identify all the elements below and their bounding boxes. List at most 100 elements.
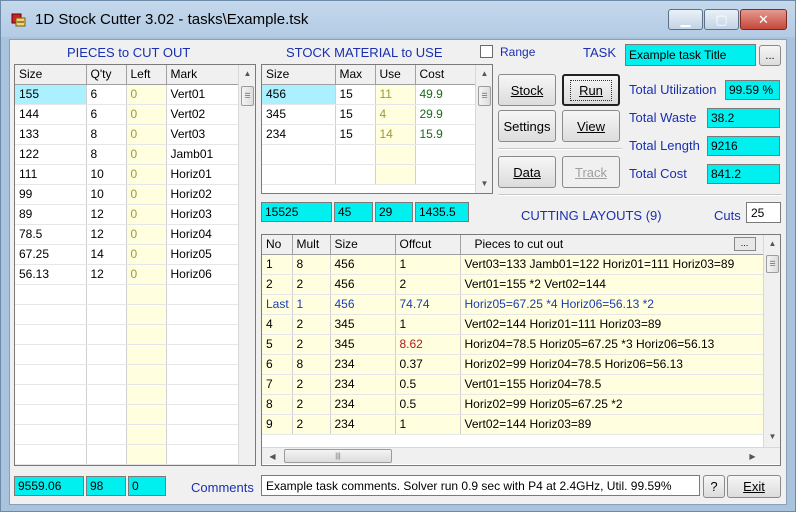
stock-cell-cost[interactable]: 49.9 [415, 84, 477, 105]
pieces-cell-mark[interactable]: Vert01 [166, 84, 240, 105]
task-browse-button[interactable]: ... [759, 45, 781, 66]
pieces-empty-row[interactable] [15, 304, 240, 325]
pieces-cell-left[interactable]: 0 [126, 144, 167, 165]
empty-cell[interactable] [126, 444, 167, 465]
layout-cell-size[interactable]: 234 [330, 374, 396, 395]
stock-button[interactable]: Stock [498, 74, 556, 106]
scroll-up-icon[interactable]: ▲ [239, 65, 255, 82]
layout-cell-mult[interactable]: 2 [292, 334, 331, 355]
layouts-header-button[interactable]: ... [733, 237, 756, 251]
layout-row[interactable]: 2 2 456 2 Vert01=155 *2 Vert02=144 [262, 274, 765, 295]
scroll-thumb[interactable]: ☰ [766, 255, 779, 273]
pieces-cell-qty[interactable]: 10 [86, 184, 127, 205]
layout-cell-mult[interactable]: 1 [292, 294, 331, 315]
layout-cell-no[interactable]: 2 [262, 274, 293, 295]
layout-cell-offcut[interactable]: 1 [395, 314, 461, 335]
empty-cell[interactable] [86, 324, 127, 345]
stock-empty-row[interactable] [262, 144, 477, 165]
data-button[interactable]: Data [498, 156, 556, 188]
layouts-col-mult[interactable]: Mult [292, 235, 331, 255]
layout-cell-size[interactable]: 345 [330, 314, 396, 335]
layout-cell-offcut[interactable]: 2 [395, 274, 461, 295]
layout-cell-no[interactable]: 1 [262, 254, 293, 275]
pieces-cell-left[interactable]: 0 [126, 244, 167, 265]
pieces-row[interactable]: 122 8 0 Jamb01 [15, 144, 240, 165]
layout-cell-size[interactable]: 456 [330, 254, 396, 275]
pieces-cell-mark[interactable]: Vert02 [166, 104, 240, 125]
empty-cell[interactable] [86, 304, 127, 325]
settings-button[interactable]: Settings [498, 110, 556, 142]
layout-cell-pieces[interactable]: Horiz02=99 Horiz04=78.5 Horiz06=56.13 [460, 354, 765, 375]
empty-cell[interactable] [15, 404, 87, 425]
task-title-field[interactable]: Example task Title [625, 44, 756, 66]
empty-cell[interactable] [15, 344, 87, 365]
stock-col-max[interactable]: Max [335, 65, 376, 85]
pieces-cell-left[interactable]: 0 [126, 224, 167, 245]
layout-cell-no[interactable]: Last [262, 294, 293, 315]
stock-row[interactable]: 234 15 14 15.9 [262, 124, 477, 145]
pieces-row[interactable]: 89 12 0 Horiz03 [15, 204, 240, 225]
pieces-scrollbar[interactable]: ▲ ☰ [238, 65, 255, 465]
pieces-cell-size[interactable]: 122 [15, 144, 87, 165]
run-button[interactable]: Run [562, 74, 620, 106]
empty-cell[interactable] [15, 324, 87, 345]
pieces-cell-size[interactable]: 78.5 [15, 224, 87, 245]
layouts-table[interactable]: No Mult Size Offcut Pieces to cut out ..… [261, 234, 781, 466]
empty-cell[interactable] [415, 164, 477, 185]
empty-cell[interactable] [166, 344, 240, 365]
pieces-cell-size[interactable]: 144 [15, 104, 87, 125]
layouts-col-pieces[interactable]: Pieces to cut out ... [460, 235, 765, 255]
empty-cell[interactable] [86, 444, 127, 465]
empty-cell[interactable] [126, 384, 167, 405]
empty-cell[interactable] [166, 384, 240, 405]
empty-cell[interactable] [86, 384, 127, 405]
layout-cell-size[interactable]: 234 [330, 394, 396, 415]
scroll-thumb[interactable]: ☰ [241, 86, 254, 106]
empty-cell[interactable] [15, 424, 87, 445]
stock-cell-cost[interactable]: 29.9 [415, 104, 477, 125]
empty-cell[interactable] [166, 424, 240, 445]
pieces-col-size[interactable]: Size [15, 65, 87, 85]
stock-cell-use[interactable]: 11 [375, 84, 416, 105]
layout-cell-no[interactable]: 4 [262, 314, 293, 335]
layouts-col-size[interactable]: Size [330, 235, 396, 255]
layouts-vscrollbar[interactable]: ▲ ☰ ▼ [763, 235, 780, 447]
empty-cell[interactable] [15, 364, 87, 385]
layout-row[interactable]: Last 1 456 74.74 Horiz05=67.25 *4 Horiz06=56… [262, 294, 765, 315]
layout-cell-no[interactable]: 6 [262, 354, 293, 375]
pieces-row[interactable]: 111 10 0 Horiz01 [15, 164, 240, 185]
scroll-down-icon[interactable]: ▼ [764, 428, 780, 445]
pieces-table[interactable]: Size Q'ty Left Mark 155 6 0 Vert01 144 6 0 Vert… [14, 64, 256, 466]
layout-cell-mult[interactable]: 8 [292, 354, 331, 375]
layout-row[interactable]: 5 2 345 8.62 Horiz04=78.5 Horiz05=67.25 *3 H… [262, 334, 765, 355]
empty-cell[interactable] [126, 284, 167, 305]
stock-scrollbar[interactable]: ▲ ☰ ▼ [475, 65, 492, 193]
empty-cell[interactable] [166, 404, 240, 425]
empty-cell[interactable] [86, 344, 127, 365]
stock-empty-row[interactable] [262, 164, 477, 185]
empty-cell[interactable] [166, 324, 240, 345]
pieces-empty-row[interactable] [15, 364, 240, 385]
pieces-row[interactable]: 67.25 14 0 Horiz05 [15, 244, 240, 265]
layout-cell-pieces[interactable]: Vert01=155 *2 Vert02=144 [460, 274, 765, 295]
layout-cell-pieces[interactable]: Horiz04=78.5 Horiz05=67.25 *3 Horiz06=56… [460, 334, 765, 355]
layout-cell-no[interactable]: 9 [262, 414, 293, 435]
pieces-cell-size[interactable]: 99 [15, 184, 87, 205]
hscroll-thumb[interactable]: ||| [284, 449, 392, 463]
pieces-row[interactable]: 155 6 0 Vert01 [15, 84, 240, 105]
empty-cell[interactable] [166, 284, 240, 305]
layout-cell-mult[interactable]: 2 [292, 414, 331, 435]
pieces-row[interactable]: 133 8 0 Vert03 [15, 124, 240, 145]
empty-cell[interactable] [86, 284, 127, 305]
scroll-thumb[interactable]: ☰ [478, 86, 491, 106]
scroll-right-icon[interactable]: ▶ [744, 448, 761, 465]
layout-cell-offcut[interactable]: 1 [395, 254, 461, 275]
help-button[interactable]: ? [703, 475, 725, 498]
layout-cell-offcut[interactable]: 0.5 [395, 374, 461, 395]
empty-cell[interactable] [15, 284, 87, 305]
empty-cell[interactable] [86, 364, 127, 385]
pieces-col-mark[interactable]: Mark [166, 65, 240, 85]
pieces-cell-mark[interactable]: Horiz06 [166, 264, 240, 285]
pieces-cell-left[interactable]: 0 [126, 124, 167, 145]
layout-cell-no[interactable]: 8 [262, 394, 293, 415]
